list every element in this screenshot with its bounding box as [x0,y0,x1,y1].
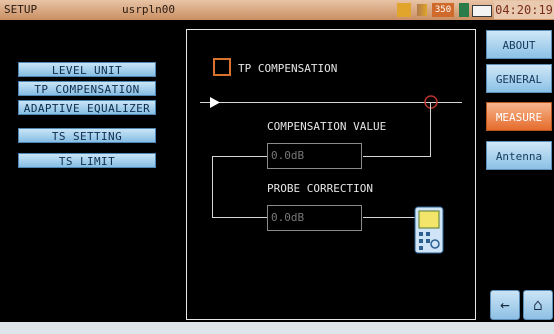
back-arrow-icon: ← [500,295,510,314]
probe-correction-field[interactable]: 0.0dB [267,205,362,231]
instrument-icon [414,206,444,254]
menu-item-tp-compensation[interactable]: TP COMPENSATION [18,81,156,96]
connector-left-vertical [212,156,213,217]
device-name: usrpln00 [122,3,175,16]
tp-compensation-label: TP COMPENSATION [238,62,338,75]
connector-left-bottom [212,217,267,218]
connector-mid [363,156,431,157]
connector-left-top [212,156,267,157]
tab-general[interactable]: GENERAL [486,64,552,93]
compensation-value-label: COMPENSATION VALUE [267,120,387,133]
probe-correction-label: PROBE CORRECTION [267,182,373,195]
status-bar: SETUP usrpln00 350 04:20:19 [0,0,554,20]
home-icon: ⌂ [533,295,543,314]
signal-line [200,102,462,103]
home-button[interactable]: ⌂ [523,290,553,320]
back-button[interactable]: ← [490,290,520,320]
connector-right [430,102,431,156]
screen-title: SETUP [4,3,38,16]
signal-icon [417,4,427,16]
bottom-bar [0,322,554,334]
tab-measure[interactable]: MEASURE [486,102,552,131]
network-icon [459,3,469,17]
tp-compensation-checkbox[interactable] [213,58,231,76]
warning-icon [397,3,411,17]
menu-item-ts-setting[interactable]: TS SETTING [18,128,156,143]
menu-item-ts-limit[interactable]: TS LIMIT [18,153,156,168]
tab-about[interactable]: ABOUT [486,30,552,59]
menu-item-level-unit[interactable]: LEVEL UNIT [18,62,156,77]
level-badge: 350 [432,3,454,17]
probe-point-icon [424,95,438,109]
menu-item-adaptive-equalizer[interactable]: ADAPTIVE EQUALIZER [18,100,156,115]
compensation-value-field[interactable]: 0.0dB [267,143,362,169]
play-arrow-icon [210,97,220,108]
clock: 04:20:19 [494,1,554,19]
tab-antenna[interactable]: Antenna [486,141,552,170]
connector-probe [363,217,415,218]
battery-icon [472,5,492,17]
